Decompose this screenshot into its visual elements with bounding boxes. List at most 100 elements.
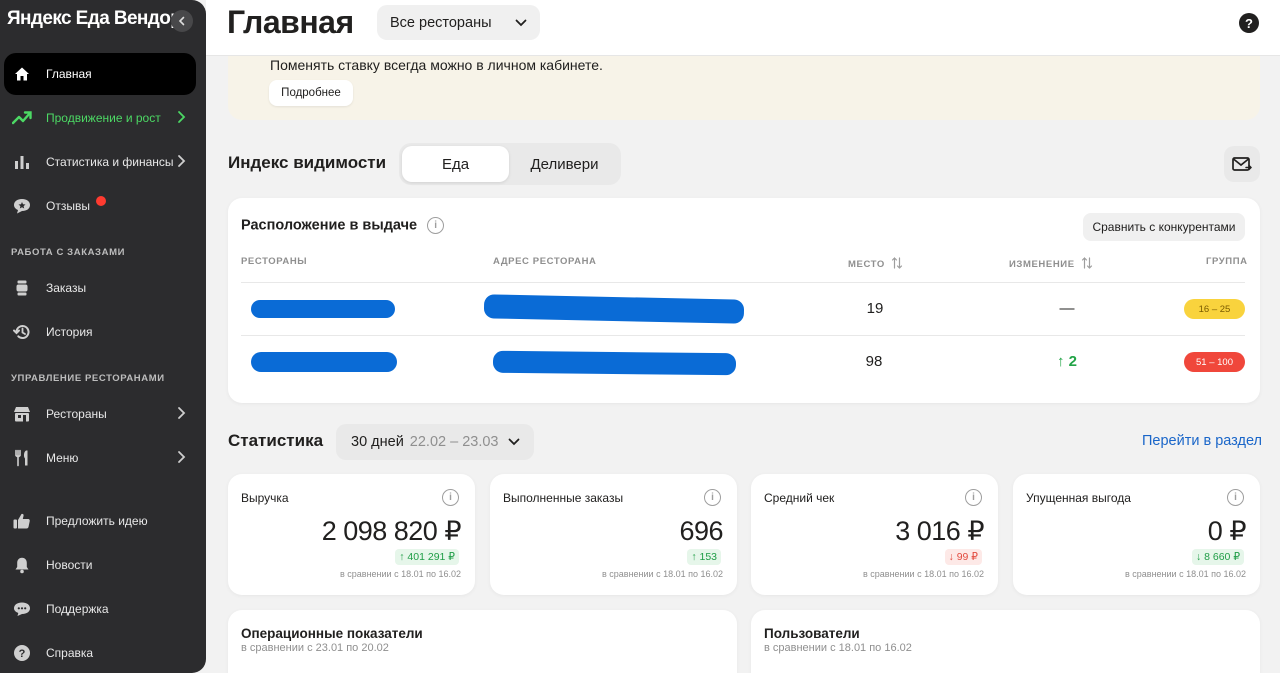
column-header-address: АДРЕС РЕСТОРАНА [493, 256, 597, 267]
sidebar-item-suggest-idea[interactable]: Предложить идею [4, 500, 196, 542]
info-icon[interactable]: i [1227, 489, 1244, 506]
info-icon[interactable]: i [442, 489, 459, 506]
stat-value: 696 [679, 516, 723, 546]
stat-value: 2 098 820 ₽ [321, 516, 462, 546]
sidebar-item-promotion[interactable]: Продвижение и рост [4, 97, 196, 139]
sidebar-item-label: Рестораны [46, 407, 107, 421]
email-report-button[interactable] [1224, 146, 1260, 182]
stat-compare-note: в сравнении с 18.01 по 16.02 [602, 569, 723, 579]
period-select[interactable]: 30 дней 22.02 – 23.03 [336, 424, 534, 460]
sidebar-item-home[interactable]: Главная [4, 53, 196, 95]
redacted-restaurant-address [483, 294, 745, 324]
bar-chart-icon [12, 152, 32, 172]
mail-icon [1232, 157, 1253, 171]
sidebar-item-label: Статистика и финансы [46, 155, 174, 169]
group-badge: 16 – 25 [1184, 299, 1245, 319]
stat-card-average-check[interactable]: Средний чек i 3 016 ₽ ↓ 99 ₽ в сравнении… [751, 474, 998, 595]
sidebar-item-label: Предложить идею [46, 514, 148, 528]
stat-name: Выручка [241, 491, 289, 505]
svg-text:?: ? [19, 648, 26, 660]
stat-value: 3 016 ₽ [895, 516, 984, 546]
column-header-restaurants: РЕСТОРАНЫ [241, 256, 308, 267]
sidebar-item-orders[interactable]: Заказы [4, 267, 196, 309]
column-header-change[interactable]: ИЗМЕНЕНИЕ [1009, 256, 1093, 270]
help-icon: ? [12, 643, 32, 663]
info-icon[interactable]: i [965, 489, 982, 506]
chevron-right-icon [178, 407, 186, 419]
sidebar-item-label: Заказы [46, 281, 87, 295]
operational-metrics-card[interactable]: Операционные показатели в сравнении с 23… [228, 610, 737, 673]
more-details-button[interactable]: Подробнее [269, 80, 353, 106]
column-header-place-label: МЕСТО [848, 259, 885, 270]
stat-value: 0 ₽ [1207, 516, 1247, 546]
sidebar-item-history[interactable]: История [4, 311, 196, 353]
operational-metrics-title: Операционные показатели [241, 626, 423, 641]
group-badge: 51 – 100 [1184, 352, 1245, 372]
collapse-sidebar-button[interactable] [171, 10, 193, 32]
operational-metrics-subtitle: в сравнении с 23.01 по 20.02 [241, 642, 389, 654]
stat-card-revenue[interactable]: Выручка i 2 098 820 ₽ ↑ 401 291 ₽ в срав… [228, 474, 475, 595]
tab-eda[interactable]: Еда [402, 146, 509, 182]
tab-delivery[interactable]: Деливери [511, 146, 618, 182]
redacted-restaurant-address [492, 350, 737, 376]
chevron-right-icon [178, 451, 186, 463]
service-tabs: Еда Деливери [399, 143, 621, 185]
stat-name: Выполненные заказы [503, 491, 624, 505]
sidebar-item-restaurants[interactable]: Рестораны [4, 393, 196, 435]
column-header-change-label: ИЗМЕНЕНИЕ [1009, 259, 1075, 270]
users-title: Пользователи [764, 626, 860, 641]
stat-name: Средний чек [764, 491, 835, 505]
stat-card-completed-orders[interactable]: Выполненные заказы i 696 ↑ 153 в сравнен… [490, 474, 737, 595]
sidebar-item-news[interactable]: Новости [4, 544, 196, 586]
change-value: — [1059, 300, 1075, 317]
sidebar-item-reviews[interactable]: Отзывы [4, 185, 196, 227]
section-label-restaurants: УПРАВЛЕНИЕ РЕСТОРАНАМИ [11, 373, 165, 384]
sidebar-item-label: Меню [46, 451, 79, 465]
history-icon [12, 322, 32, 342]
sidebar-item-support[interactable]: Поддержка [4, 588, 196, 630]
compare-competitors-button[interactable]: Сравнить с конкурентами [1083, 213, 1245, 241]
sidebar-item-statistics[interactable]: Статистика и финансы [4, 141, 196, 183]
stat-delta: ↓ 8 660 ₽ [1191, 549, 1244, 565]
trend-up-icon [12, 108, 32, 128]
divider [241, 335, 1245, 336]
go-to-section-link[interactable]: Перейти в раздел [1142, 433, 1262, 449]
restaurant-select[interactable]: Все рестораны [377, 5, 540, 40]
sidebar-item-label: Главная [46, 67, 92, 81]
stat-compare-note: в сравнении с 18.01 по 16.02 [340, 569, 461, 579]
ranking-card: Расположение в выдаче i Сравнить с конку… [228, 198, 1260, 403]
statistics-title: Статистика [228, 431, 324, 450]
redacted-restaurant-name [251, 352, 397, 372]
home-icon [12, 64, 32, 84]
chevron-left-icon [178, 16, 185, 26]
sort-icon [1081, 257, 1093, 269]
fork-knife-icon [12, 448, 32, 468]
section-label-orders: РАБОТА С ЗАКАЗАМИ [11, 247, 126, 258]
period-dates: 22.02 – 23.03 [409, 434, 499, 450]
stat-delta: ↑ 401 291 ₽ [395, 549, 459, 565]
help-button[interactable]: ? [1239, 13, 1259, 33]
notification-dot [95, 196, 106, 206]
sidebar-item-label: История [46, 325, 93, 339]
info-icon[interactable]: i [427, 217, 445, 234]
banner-text: Поменять ставку всегда можно в личном ка… [270, 57, 603, 73]
sidebar-item-help[interactable]: ? Справка [4, 632, 196, 673]
chevron-down-icon [515, 19, 527, 27]
order-icon [12, 278, 32, 298]
promo-banner: Поменять ставку всегда можно в личном ка… [228, 56, 1260, 120]
sidebar-item-menu[interactable]: Меню [4, 437, 196, 479]
chat-icon [12, 599, 32, 619]
info-icon[interactable]: i [704, 489, 721, 506]
sidebar-item-label: Поддержка [46, 602, 109, 616]
chevron-down-icon [508, 438, 520, 446]
sidebar: Яндекс Еда Вендор Главная Продвижение и … [0, 0, 206, 673]
period-label: 30 дней [351, 434, 404, 450]
sidebar-item-label: Новости [46, 558, 93, 572]
column-header-place[interactable]: МЕСТО [848, 256, 903, 270]
brand-logo[interactable]: Яндекс Еда Вендор [7, 8, 182, 30]
redacted-restaurant-name [251, 300, 395, 318]
chevron-right-icon [178, 155, 186, 167]
stat-card-lost-profit[interactable]: Упущенная выгода i 0 ₽ ↓ 8 660 ₽ в сравн… [1013, 474, 1260, 595]
users-card[interactable]: Пользователи в сравнении с 18.01 по 16.0… [751, 610, 1260, 673]
app-root: Яндекс Еда Вендор Главная Продвижение и … [0, 0, 1280, 673]
